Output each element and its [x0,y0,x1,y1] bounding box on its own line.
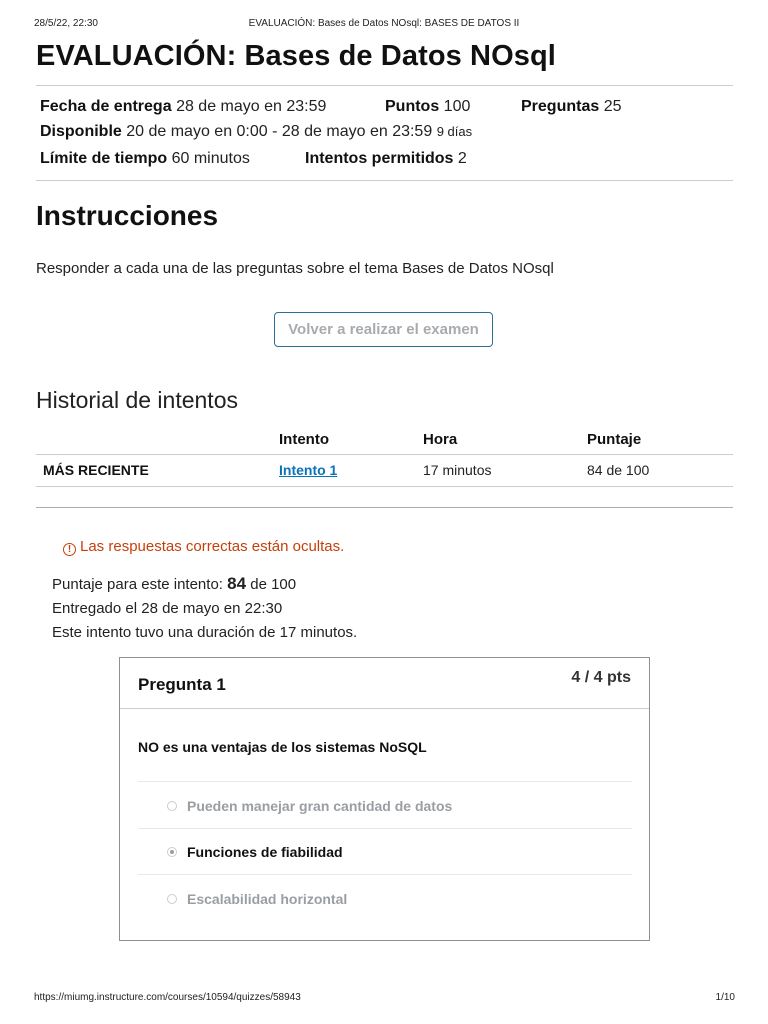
print-header-title: EVALUACIÓN: Bases de Datos NOsql: BASES … [248,18,520,29]
allowed-attempts-value: 2 [457,150,467,167]
attempt-duration: Este intento tuvo una duración de 17 min… [52,624,358,641]
page-title: EVALUACIÓN: Bases de Datos NOsql [36,40,556,72]
questions-count: Preguntas 25 [521,98,622,116]
time-limit-value: 60 minutos [171,150,250,167]
column-header-score: Puntaje [587,431,642,448]
radio-button [167,801,177,811]
availability-label: Disponible [40,123,122,140]
divider [36,85,733,86]
radio-button [167,894,177,904]
points-value: 100 [443,98,471,115]
answer-option: Escalabilidad horizontal [167,891,347,907]
table-header-divider [36,454,733,455]
score-prefix: Puntaje para este intento: [52,576,223,593]
attempt-link[interactable]: Intento 1 [279,462,337,478]
radio-button-checked [167,847,177,857]
allowed-attempts: Intentos permitidos 2 [305,150,467,168]
availability: Disponible 20 de mayo en 0:00 - 28 de ma… [40,123,472,141]
warning-icon: ! [63,543,76,556]
answer-divider [138,781,632,782]
question-text: NO es una ventajas de los sistemas NoSQL [138,739,427,755]
questions-label: Preguntas [521,98,600,115]
answer-option: Pueden manejar gran cantidad de datos [167,798,452,814]
attempt-score: 84 de 100 [587,462,650,478]
answer-label: Pueden manejar gran cantidad de datos [187,798,453,814]
column-header-attempt: Intento [279,431,329,448]
table-row-divider [36,486,733,487]
due-date-value: 28 de mayo en 23:59 [176,98,327,115]
availability-days: 9 días [436,124,473,139]
score-suffix: de 100 [250,576,297,593]
time-limit-label: Límite de tiempo [40,150,168,167]
print-url: https://miumg.instructure.com/courses/10… [34,992,301,1003]
answers-hidden-notice: ! Las respuestas correctas están ocultas. [63,538,344,556]
instructions-heading: Instrucciones [36,200,219,231]
due-date: Fecha de entrega 28 de mayo en 23:59 [40,98,326,116]
question-card: Pregunta 1 4 / 4 pts NO es una ventajas … [119,657,650,941]
retake-quiz-button[interactable]: Volver a realizar el examen [274,312,493,347]
availability-value: 20 de mayo en 0:00 - 28 de mayo en 23:59 [126,123,433,140]
questions-value: 25 [603,98,622,115]
answer-divider [138,874,632,875]
due-date-label: Fecha de entrega [40,98,172,115]
answers-hidden-text: Las respuestas correctas están ocultas. [80,538,345,555]
divider [36,507,733,508]
answer-divider [138,828,632,829]
print-page-number: 1/10 [715,992,735,1003]
question-header: Pregunta 1 4 / 4 pts [120,658,649,709]
instructions-text: Responder a cada una de las preguntas so… [36,260,554,277]
answer-option-selected: Funciones de fiabilidad [167,844,343,860]
attempt-history-heading: Historial de intentos [36,387,238,413]
submitted-at: Entregado el 28 de mayo en 22:30 [52,600,283,617]
allowed-attempts-label: Intentos permitidos [305,150,454,167]
points-label: Puntos [385,98,440,115]
divider [36,180,733,181]
time-limit: Límite de tiempo 60 minutos [40,150,250,168]
points: Puntos 100 [385,98,470,116]
column-header-time: Hora [423,431,458,448]
answer-label: Funciones de fiabilidad [187,844,343,860]
question-title: Pregunta 1 [138,675,226,694]
question-points: 4 / 4 pts [571,669,631,686]
attempt-score-summary: Puntaje para este intento: 84 de 100 [52,574,296,594]
score-value: 84 [227,574,247,593]
row-label-most-recent: MÁS RECIENTE [43,462,149,478]
answer-label: Escalabilidad horizontal [187,891,348,907]
attempt-time: 17 minutos [423,462,492,478]
